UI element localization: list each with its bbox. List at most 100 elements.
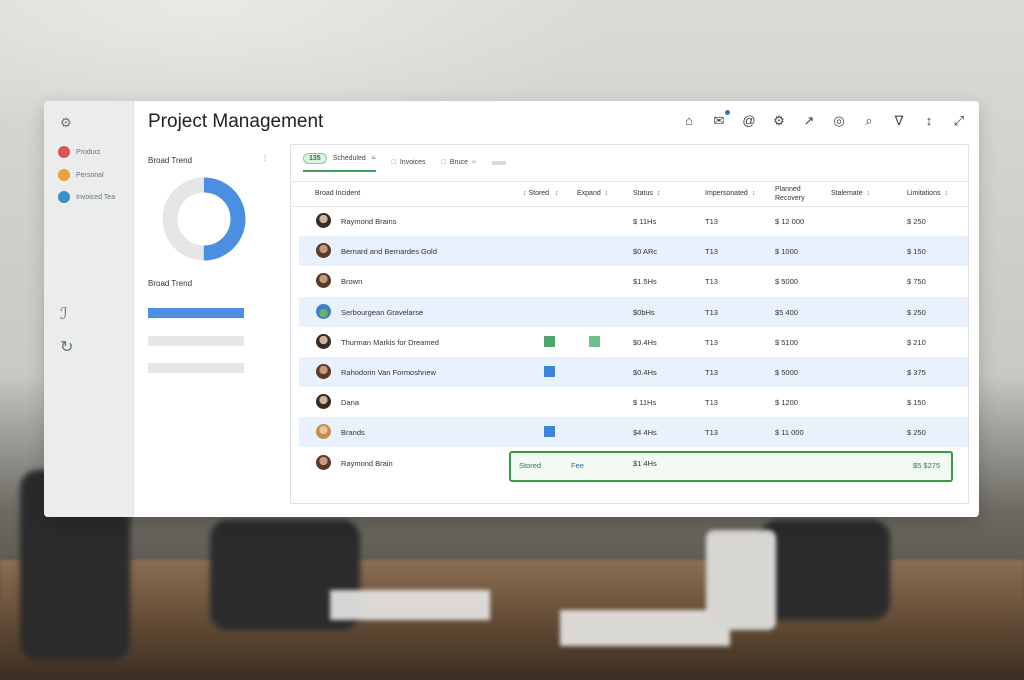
progress-bar [148,336,244,346]
impersonated-value: T13 [705,307,718,317]
highlight-tag-stored: Stored [519,460,542,470]
highlight-amount: $5 $275 [913,460,941,470]
inbox-icon[interactable]: ✉ [711,110,730,129]
section-label: Broad Trend [148,279,193,288]
avatar [316,454,331,470]
table-header: Broad Incident ↕ Stored ↕ Expand ↕ Status… [291,181,968,207]
col-expand[interactable]: Expand ↕ [577,190,608,197]
tab-overflow[interactable] [491,160,506,165]
table-row[interactable]: Dana $ 11Hs T13 $ 1200 $ 150 [299,387,968,417]
chart-title: Broad Trend [148,156,193,165]
col-label: Stored [528,190,550,197]
rail-label: Personal [76,171,104,179]
col-label: Status [633,190,653,197]
tab-invoices[interactable]: □ Invoices [392,159,426,166]
tab-bruce[interactable]: □ Bruce ≈ [442,159,476,166]
settings-icon[interactable]: ◎ [831,113,847,129]
sort-icon: ↕ [604,190,609,197]
table-row[interactable]: Rahodorin Van Formoshnew $0.4Hs T13 $ 5000 $… [299,357,968,387]
refresh-icon[interactable]: ↻ [60,337,73,357]
sort-icon: ↕ [656,190,661,197]
limitations-value: $ 375 [907,368,926,377]
status-marker [544,366,555,377]
toolbar: ⌂ ✉ @ ⚙ ↗ ◎ ⌕ ∇ ↕ ⤢ [681,110,967,129]
limitations-value: $ 750 [907,277,926,287]
col-impersonated[interactable]: Impersonated ↕ [705,190,755,197]
col-stored[interactable]: ↕ Stored ↕ [519,190,559,197]
table-row[interactable]: Stored Fee $5 $275 Raymond Brain $1 4Hs [299,448,968,482]
search-icon[interactable]: ⌕ [861,113,877,129]
incident-name: Bernard and Bernardes Gold [341,247,437,257]
planned-recovery-value: $ 5000 [775,368,798,377]
planned-recovery-value: $ 1200 [775,398,798,408]
at-icon[interactable]: @ [741,113,757,129]
col-stalemate[interactable]: Stalemate ↕ [831,190,870,197]
gear-icon[interactable]: ⚙ [771,113,787,129]
sort-icon[interactable]: ↕ [921,113,937,129]
chart-menu-icon[interactable]: ⁞ [264,154,266,163]
product-icon [58,146,70,158]
app-logo-icon[interactable]: ⚙ [60,115,72,131]
tab-label: Invoices [399,159,426,166]
expand-icon[interactable]: ⤢ [951,113,967,129]
incidents-table: 135 Scheduled ≈ □ Invoices □ Bruce ≈ Bro… [290,144,969,504]
avatar [316,333,331,349]
status-value: $ 11Hs [633,398,657,408]
table-row[interactable]: Brown $1.5Hs T13 $ 5000 $ 750 [299,266,968,296]
planned-recovery-value: $ 5000 [775,277,798,287]
rail-item-product[interactable]: Product [58,146,100,158]
col-planned-recovery[interactable]: Planned Recovery [775,185,815,203]
status-value: $1.5Hs [633,277,657,287]
share-icon[interactable]: ↗ [801,113,817,129]
col-status[interactable]: Status ↕ [633,190,660,197]
col-label: Limitations [907,190,941,197]
avatar [316,213,331,228]
limitations-value: $ 150 [907,247,926,257]
col-label: Impersonated [705,190,748,197]
planned-recovery-value: $ 12 000 [775,217,805,226]
impersonated-value: T13 [705,428,718,438]
filter-icon[interactable]: ∇ [891,113,907,129]
invoice-icon [58,191,70,203]
nav-rail: ⚙ Product Personal Invoiced Tea ℐ ↻ [44,101,134,517]
incident-name: Rahodorin Van Formoshnew [341,368,436,377]
limitations-value: $ 250 [907,307,926,317]
selected-row-highlight[interactable]: Stored Fee $5 $275 [509,450,953,482]
progress-bar [148,363,244,373]
status-marker [589,335,600,347]
status-value: $0.4Hs [633,337,657,347]
planned-recovery-value: $ 11 000 [775,428,804,438]
count-badge: 135 [303,153,327,164]
impersonated-value: T13 [705,247,718,257]
rail-label: Invoiced Tea [76,193,116,201]
col-limitations[interactable]: Limitations ↕ [907,190,948,197]
table-row[interactable]: Bernard and Bernardes Gold $0 ARc T13 $ 100… [299,236,968,267]
incident-name: Thurman Markis for Dreamed [341,337,439,347]
highlight-tag-fee: Fee [571,460,584,470]
home-icon[interactable]: ⌂ [681,113,697,129]
tab-chevron-icon: ≈ [371,155,376,162]
col-broad-incident[interactable]: Broad Incident [315,190,360,197]
table-row[interactable]: Raymond Brains $ 11Hs T13 $ 12 000 $ 250 [299,206,968,236]
sort-icon: ↕ [866,190,871,197]
tab-scheduled[interactable]: 135 Scheduled ≈ [303,153,376,172]
avatar [316,273,331,289]
avatar [316,303,331,319]
rail-item-invoiced[interactable]: Invoiced Tea [58,191,115,203]
incident-name: Raymond Brains [341,217,397,226]
avatar [316,424,331,440]
tab-chevron-icon: ≈ [472,159,476,166]
table-tabs: 135 Scheduled ≈ □ Invoices □ Bruce ≈ [303,153,506,172]
tab-label: Scheduled [332,155,366,162]
sort-icon: ↕ [751,190,756,197]
chart-icon[interactable]: ℐ [60,304,68,324]
table-row[interactable]: Brands $4 4Hs T13 $ 11 000 $ 250 [299,417,968,448]
incident-name: Serbourgean Gravelarse [341,307,424,317]
table-row[interactable]: Thurman Markis for Dreamed $0.4Hs T13 $ 510… [299,327,968,357]
sort-icon: ↕ [944,190,948,197]
status-value: $1 4Hs [633,458,657,468]
incident-name: Raymond Brain [341,458,393,468]
table-row[interactable]: Serbourgean Gravelarse $0bHs T13 $5 400 $ 25… [299,296,968,327]
rail-item-personal[interactable]: Personal [58,169,104,181]
status-marker [544,426,555,438]
